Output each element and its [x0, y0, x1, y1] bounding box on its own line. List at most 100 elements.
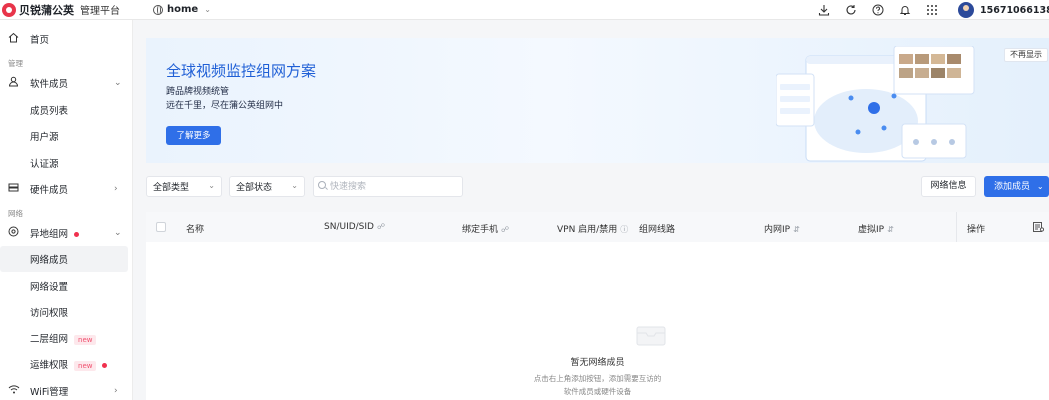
sidebar-item-layer2-network[interactable]: 二层组网 new: [0, 325, 133, 351]
banner-illustration: [776, 46, 975, 162]
top-bar: 贝锐蒲公英 管理平台 home ⌄ 15671066138 ⌄: [0, 0, 1049, 20]
refresh-icon[interactable]: [841, 2, 861, 18]
sidebar-item-label: WiFi管理: [30, 387, 69, 398]
chevron-down-icon: ⌄: [114, 78, 122, 88]
section-label-network: 网络: [8, 209, 23, 218]
env-selector[interactable]: home ⌄: [147, 1, 217, 19]
type-filter-value: 全部类型: [153, 183, 190, 193]
user-phone: 15671066138: [980, 4, 1049, 16]
column-name: 名称: [186, 225, 205, 235]
chevron-right-icon: ›: [114, 184, 118, 194]
sidebar-item-member-list[interactable]: 成员列表: [0, 97, 133, 123]
new-badge: new: [74, 334, 97, 345]
sidebar: 首页 管理 软件成员 ⌄ 成员列表 用户源 认证源 硬件成员 › 网络 异地组网…: [0, 20, 133, 400]
chevron-down-icon: ⌄: [291, 181, 298, 190]
sidebar-item-remote-network[interactable]: 异地组网 ⌄: [0, 220, 133, 246]
sidebar-item-label: 认证源: [30, 159, 59, 170]
network-icon: [8, 226, 20, 238]
empty-state-description: 点击右上角添加按钮，添加需要互访的: [533, 374, 662, 383]
action-column: 操作: [956, 212, 1049, 242]
column-virtual-ip[interactable]: 虚拟IP ⇵: [858, 222, 894, 235]
brand-logo-icon: [2, 2, 16, 17]
eye-icon[interactable]: ☍: [501, 225, 509, 234]
notification-dot: [74, 232, 80, 237]
sidebar-item-wifi-manage[interactable]: WiFi管理 ›: [0, 378, 133, 400]
sidebar-item-user-source[interactable]: 用户源: [0, 123, 133, 149]
globe-icon: [153, 4, 163, 15]
new-badge: new: [74, 360, 97, 371]
sidebar-item-label: 硬件成员: [30, 185, 69, 196]
user-icon: [8, 76, 20, 88]
apps-grid-icon[interactable]: [922, 2, 942, 18]
status-filter-select[interactable]: 全部状态 ⌄: [229, 176, 305, 197]
sidebar-item-label: 成员列表: [30, 106, 69, 117]
chevron-down-icon: ⌄: [114, 228, 122, 238]
home-icon: [8, 32, 20, 44]
bell-icon[interactable]: [895, 2, 915, 18]
type-filter-select[interactable]: 全部类型 ⌄: [146, 176, 222, 197]
select-all-checkbox[interactable]: [156, 222, 166, 232]
sidebar-item-network-members[interactable]: 网络成员: [0, 246, 128, 272]
empty-state-title: 暂无网络成员: [570, 358, 625, 368]
column-action: 操作: [967, 225, 986, 235]
help-icon[interactable]: [868, 2, 888, 18]
sort-icon: ⇵: [793, 225, 800, 234]
promo-banner: 全球视频监控组网方案 跨品牌视频统管 远在千里，尽在蒲公英组网中 了解更多 不再…: [146, 38, 1049, 163]
table-body: 暂无网络成员 点击右上角添加按钮，添加需要互访的 软件成员或硬件设备: [146, 242, 1049, 400]
dismiss-banner-button[interactable]: 不再显示: [1004, 48, 1048, 62]
sidebar-item-label: 网络成员: [30, 255, 69, 266]
add-member-label: 添加成员: [994, 182, 1031, 192]
brand-name: 贝锐蒲公英: [19, 3, 74, 17]
sidebar-item-label: 二层组网 new: [30, 331, 97, 345]
banner-subtitle-2: 远在千里，尽在蒲公英组网中: [166, 101, 284, 111]
sidebar-item-label: 首页: [30, 35, 50, 46]
sidebar-item-hardware-members[interactable]: 硬件成员 ›: [0, 176, 133, 202]
sidebar-item-network-settings[interactable]: 网络设置: [0, 273, 133, 299]
chevron-down-icon: ⌄: [204, 5, 211, 14]
wifi-icon: [8, 384, 20, 396]
search-input[interactable]: [313, 176, 463, 197]
sidebar-item-auth-source[interactable]: 认证源: [0, 150, 133, 176]
top-icons: [814, 0, 949, 20]
column-route: 组网线路: [639, 225, 676, 235]
user-menu[interactable]: 15671066138 ⌄: [958, 0, 1049, 20]
sidebar-item-ops-rights[interactable]: 运维权限 new: [0, 351, 133, 377]
status-filter-value: 全部状态: [236, 183, 273, 193]
sidebar-item-label: 软件成员: [30, 79, 69, 90]
column-sn: SN/UID/SID ☍: [324, 222, 386, 232]
sidebar-item-software-members[interactable]: 软件成员 ⌄: [0, 70, 133, 96]
add-member-button[interactable]: 添加成员 ⌄: [984, 176, 1049, 197]
eye-icon[interactable]: ☍: [377, 222, 385, 231]
chevron-right-icon: ›: [114, 386, 118, 396]
chevron-down-icon: ⌄: [1036, 182, 1044, 191]
sidebar-item-access-rights[interactable]: 访问权限: [0, 299, 133, 325]
notification-dot: [102, 363, 108, 368]
empty-box-icon: [636, 326, 666, 346]
help-icon[interactable]: ⓘ: [620, 225, 628, 234]
sidebar-item-label: 用户源: [30, 132, 59, 143]
hardware-icon: [8, 182, 20, 194]
chevron-down-icon: ⌄: [208, 181, 215, 190]
column-phone: 绑定手机 ☍: [462, 225, 510, 235]
sidebar-item-label: 运维权限 new: [30, 357, 108, 371]
sidebar-item-label: 异地组网: [30, 226, 80, 240]
section-label-manage: 管理: [8, 59, 23, 68]
avatar: [958, 2, 974, 18]
network-info-button[interactable]: 网络信息: [921, 176, 976, 197]
learn-more-button[interactable]: 了解更多: [166, 126, 221, 145]
table-header: 名称 SN/UID/SID ☍ 绑定手机 ☍ VPN 启用/禁用 ⓘ 组网线路 内网I…: [146, 212, 1049, 242]
column-settings-icon[interactable]: [1033, 222, 1045, 235]
env-label: home: [167, 4, 199, 15]
empty-state-description-2: 软件成员或硬件设备: [563, 387, 632, 396]
column-vpn: VPN 启用/禁用 ⓘ: [557, 225, 629, 235]
sidebar-item-home[interactable]: 首页: [0, 26, 133, 52]
download-icon[interactable]: [814, 2, 834, 18]
column-lan-ip[interactable]: 内网IP ⇵: [764, 222, 800, 235]
brand-subtitle: 管理平台: [80, 6, 120, 17]
banner-title: 全球视频监控组网方案: [166, 62, 317, 80]
sort-icon: ⇵: [887, 225, 894, 234]
sidebar-item-label: 访问权限: [30, 308, 69, 319]
banner-subtitle: 跨品牌视频统管: [166, 87, 230, 97]
brand[interactable]: 贝锐蒲公英 管理平台: [0, 0, 133, 20]
search-icon: [318, 181, 326, 189]
